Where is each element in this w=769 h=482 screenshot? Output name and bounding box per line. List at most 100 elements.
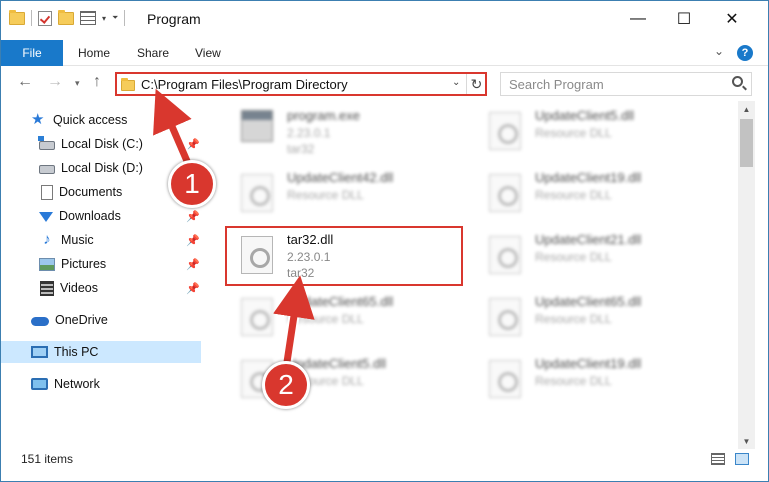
sidebar-item-network[interactable]: Network (31, 373, 231, 395)
dll-file-icon (241, 174, 273, 212)
back-arrow-icon[interactable]: ← (17, 73, 33, 91)
sidebar-item-label: Music (61, 233, 94, 247)
details-view-icon[interactable] (711, 453, 725, 465)
sidebar-item-label: Videos (60, 281, 98, 295)
search-input[interactable]: Search Program (500, 72, 752, 96)
dll-file-icon (489, 236, 521, 274)
document-icon (41, 184, 53, 200)
sidebar-item-label: OneDrive (55, 313, 108, 327)
file-name: UpdateClient42.dll (287, 170, 394, 185)
tab-file[interactable]: File (1, 40, 63, 66)
tiles-view-icon[interactable] (735, 453, 749, 465)
folder-icon (9, 9, 25, 25)
pin-icon[interactable]: 📌 (186, 258, 200, 271)
new-folder-icon[interactable] (58, 9, 74, 25)
pin-icon[interactable]: 📌 (186, 138, 200, 151)
navigation-pane: ★ Quick access Local Disk (C:) 📌 Local D… (1, 104, 205, 444)
picture-icon (39, 257, 55, 271)
search-placeholder: Search Program (509, 77, 604, 92)
film-icon (40, 280, 54, 296)
pin-icon[interactable]: 📌 (186, 210, 200, 223)
file-name: UpdateClient19.dll (535, 170, 642, 185)
scroll-down-icon[interactable]: ▼ (738, 433, 755, 449)
sidebar-item-label: Downloads (59, 209, 121, 223)
pin-icon[interactable]: 📌 (186, 234, 200, 247)
status-bar: 151 items (1, 449, 768, 481)
sidebar-item-this-pc[interactable]: This PC (1, 341, 201, 363)
tab-share[interactable]: Share (137, 46, 169, 60)
pin-icon[interactable]: 📌 (186, 282, 200, 295)
application-icon (241, 110, 273, 142)
search-icon[interactable] (732, 76, 743, 87)
file-name: program.exe (287, 108, 360, 123)
chevron-down-icon[interactable]: ▾ (102, 14, 106, 23)
sidebar-item-label: Local Disk (D:) (61, 161, 143, 175)
title-bar: ▾ ⏷ Program — ☐ ✕ (1, 1, 768, 37)
dll-file-icon (489, 298, 521, 336)
address-bar[interactable]: C:\Program Files\Program Directory ⌄ ↻ (115, 72, 487, 96)
customize-view-icon[interactable] (80, 11, 96, 25)
vertical-scrollbar[interactable]: ▲ ▼ (738, 101, 755, 449)
sidebar-item-label: Quick access (53, 113, 128, 127)
minimize-button[interactable]: — (615, 1, 661, 37)
file-description: Resource DLL (535, 188, 612, 202)
sidebar-item-onedrive[interactable]: OneDrive (31, 309, 231, 331)
up-arrow-icon[interactable]: ↑ (93, 73, 101, 91)
step-1-badge: 1 (168, 160, 216, 208)
sidebar-item-label: Network (54, 377, 100, 391)
recent-locations-icon[interactable]: ▾ (75, 78, 80, 89)
sidebar-item-label: Local Disk (C:) (61, 137, 143, 151)
properties-check-icon[interactable] (38, 10, 52, 26)
maximize-button[interactable]: ☐ (661, 1, 707, 37)
file-description: tar32 (287, 142, 315, 156)
ribbon-tabs: File Home Share View ⌄ ? (1, 40, 768, 66)
customize-toolbar-icon[interactable]: ⏷ (112, 13, 118, 23)
file-name: UpdateClient21.dll (535, 232, 642, 247)
tab-home[interactable]: Home (78, 46, 110, 60)
file-name: UpdateClient65.dll (287, 294, 394, 309)
dll-file-icon (489, 360, 521, 398)
file-name: UpdateClient65.dll (535, 294, 642, 309)
drive-icon (39, 165, 55, 174)
address-path[interactable]: C:\Program Files\Program Directory (141, 77, 348, 92)
item-count: 151 items (21, 452, 74, 466)
list-item[interactable]: UpdateClient65.dll Resource DLL (219, 290, 459, 346)
tab-view[interactable]: View (195, 46, 221, 60)
list-item[interactable]: UpdateClient21.dll Resource DLL (467, 228, 707, 284)
window-title: Program (147, 11, 201, 27)
sidebar-item-quick-access[interactable]: ★ Quick access (31, 109, 231, 131)
list-item[interactable]: UpdateClient42.dll Resource DLL (219, 166, 459, 222)
scroll-up-icon[interactable]: ▲ (738, 101, 755, 117)
cloud-icon (31, 317, 49, 326)
toolbar-divider (124, 10, 126, 26)
list-item[interactable]: UpdateClient5.dll Resource DLL (467, 104, 707, 160)
download-arrow-icon (39, 212, 53, 222)
file-description: Resource DLL (535, 312, 612, 326)
forward-arrow-icon[interactable]: → (47, 73, 63, 91)
list-item[interactable]: UpdateClient5.dll Resource DLL (219, 352, 459, 408)
sidebar-item-label: Pictures (61, 257, 107, 271)
dll-file-icon (489, 174, 521, 212)
close-button[interactable]: ✕ (709, 1, 755, 37)
file-name: UpdateClient19.dll (535, 356, 642, 371)
folder-icon (121, 78, 135, 91)
chevron-down-icon[interactable]: ⌄ (452, 77, 460, 88)
file-description: Resource DLL (287, 312, 364, 326)
file-description: Resource DLL (287, 188, 364, 202)
list-item[interactable]: program.exe 2.23.0.1 tar32 (219, 104, 459, 160)
list-item[interactable]: UpdateClient65.dll Resource DLL (467, 290, 707, 346)
expand-ribbon-icon[interactable]: ⌄ (714, 44, 724, 58)
explorer-window: ▾ ⏷ Program — ☐ ✕ File Home Share View ⌄… (0, 0, 769, 482)
step-2-badge: 2 (262, 361, 310, 409)
refresh-icon[interactable]: ↻ (466, 74, 486, 94)
help-icon[interactable]: ? (737, 45, 753, 61)
computer-icon (31, 346, 48, 358)
file-name: UpdateClient5.dll (535, 108, 635, 123)
scroll-thumb[interactable] (740, 119, 753, 167)
navigation-bar: ← → ▾ ↑ C:\Program Files\Program Directo… (1, 67, 768, 101)
sidebar-item-label: Documents (59, 185, 123, 199)
quick-access-toolbar: ▾ ⏷ (9, 9, 126, 26)
list-item[interactable]: UpdateClient19.dll Resource DLL (467, 166, 707, 222)
list-item[interactable]: UpdateClient19.dll Resource DLL (467, 352, 707, 408)
star-icon: ★ (31, 111, 45, 128)
